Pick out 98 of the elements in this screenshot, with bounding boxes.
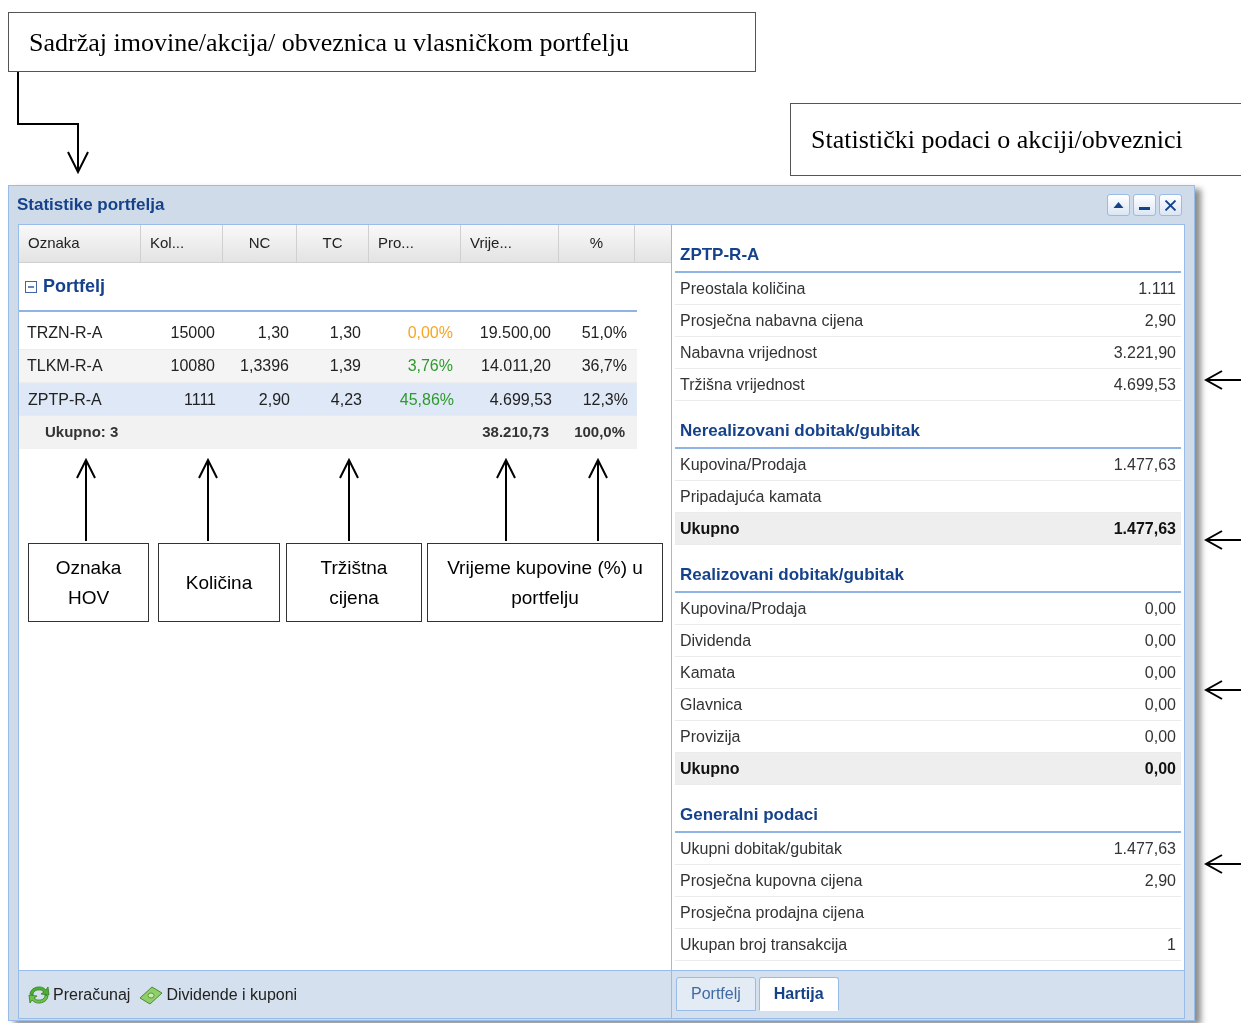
property-value: 1	[1167, 934, 1176, 955]
property-value: 0,00	[1144, 726, 1176, 747]
property-label: Kamata	[680, 662, 736, 683]
section-title: ZPTP-R-A	[680, 243, 760, 266]
section-title: Generalni podaci	[680, 803, 818, 826]
left-arrow-icon	[1204, 530, 1241, 550]
triangle-up-icon	[1112, 199, 1125, 211]
table-cell-text: 4.699,53	[488, 389, 553, 410]
table-cell-text: ZPTP-R-A	[27, 389, 103, 410]
table-cell-text: TLKM-R-A	[26, 356, 104, 376]
property-value: 2,90	[1144, 310, 1176, 331]
column-header[interactable]: Vrije...	[461, 225, 559, 262]
property-label: Nabavna vrijednost	[680, 342, 817, 363]
column-header[interactable]: Oznaka	[19, 225, 141, 262]
column-header[interactable]: TC	[297, 225, 369, 262]
property-label: Dividenda	[680, 630, 752, 651]
callout-box: Vrijeme kupovine (%) u portfelju	[427, 543, 663, 622]
property-value: 0,00	[1144, 598, 1176, 619]
up-arrow-icon	[588, 458, 608, 542]
property-label: Ukupni dobitak/gubitak	[680, 838, 842, 859]
close-button[interactable]	[1159, 194, 1182, 216]
property-label: Ukupno	[680, 518, 740, 539]
property-value: 3.221,90	[1113, 342, 1176, 363]
collapse-icon[interactable]	[25, 280, 37, 293]
property-label: Prosječna nabavna cijena	[680, 310, 864, 331]
total-percent: 100,0%	[574, 422, 625, 443]
callout-box: Tržištna cijena	[286, 543, 422, 622]
property-label: Kupovina/Prodaja	[680, 454, 807, 475]
column-header[interactable]: Pro...	[369, 225, 461, 262]
property-value: 0,00	[1144, 758, 1176, 779]
property-value: 1.477,63	[1113, 838, 1176, 859]
property-value: 0,00	[1144, 630, 1176, 651]
section-title: Realizovani dobitak/gubitak	[680, 563, 904, 586]
property-value: 1.477,63	[1113, 454, 1176, 475]
table-cell-text: 36,7%	[580, 356, 628, 376]
tab[interactable]: Portfelj	[676, 977, 756, 1011]
property-value: 2,90	[1144, 870, 1176, 891]
table-cell-text: 1111	[182, 389, 217, 410]
section-title: Nerealizovani dobitak/gubitak	[680, 419, 920, 442]
table-cell-text: TRZN-R-A	[26, 323, 104, 343]
table-cell-text: 0,00%	[406, 323, 454, 343]
minimize-icon	[1138, 206, 1151, 210]
left-arrow-icon	[1204, 370, 1241, 390]
close-icon	[1164, 199, 1177, 211]
up-arrow-icon	[339, 458, 359, 542]
recalculate-button[interactable]: Preračunaj	[27, 982, 131, 1007]
up-arrow-icon	[76, 458, 96, 542]
group-label: Portfelj	[43, 275, 105, 298]
up-arrow-icon	[198, 458, 218, 542]
property-label: Glavnica	[680, 694, 743, 715]
table-cell-text: 2,90	[257, 389, 291, 410]
property-value: 4.699,53	[1113, 374, 1176, 395]
table-cell-text: 45,86%	[398, 389, 455, 410]
column-header[interactable]: NC	[223, 225, 297, 262]
table-cell-text: 51,0%	[580, 323, 628, 343]
table-cell-text: 1,3396	[239, 356, 290, 376]
table-cell-text: 1,30	[256, 323, 290, 343]
collapse-button[interactable]	[1107, 194, 1130, 216]
up-arrow-icon	[496, 458, 516, 542]
minimize-button[interactable]	[1133, 194, 1156, 216]
refresh-icon	[27, 983, 51, 1006]
total-value: 38.210,73	[482, 422, 549, 443]
property-label: Pripadajuća kamata	[680, 486, 822, 507]
table-cell-text: 14.011,20	[480, 356, 552, 376]
table-cell-text: 1,39	[328, 356, 362, 376]
property-label: Provizija	[680, 726, 741, 747]
table-cell-text: 4,23	[329, 389, 363, 410]
table-cell-text: 12,3%	[581, 389, 629, 410]
property-label: Preostala količina	[680, 278, 806, 299]
dividends-button[interactable]: Dividende i kuponi	[138, 982, 298, 1007]
property-label: Tržišna vrijednost	[680, 374, 805, 395]
property-label: Ukupan broj transakcija	[680, 934, 848, 955]
property-label: Kupovina/Prodaja	[680, 598, 807, 619]
table-cell-text: 3,76%	[406, 356, 454, 376]
table-cell-text: 15000	[169, 323, 216, 343]
table-cell-text: 19.500,00	[478, 323, 552, 343]
callout-box: Količina	[158, 543, 280, 622]
left-arrow-icon	[1204, 680, 1241, 700]
left-arrow-icon	[1204, 854, 1241, 874]
property-value: 0,00	[1144, 694, 1176, 715]
tab[interactable]: Hartija	[758, 977, 839, 1011]
column-header[interactable]: %	[559, 225, 635, 262]
property-label: Ukupno	[680, 758, 740, 779]
callout-box: Sadržaj imovine/akcija/ obveznica u vlasničkom portfelju	[8, 12, 756, 72]
table-row[interactable]: TLKM-R-A 10080 1,3396 1,39 3,76% 14.011,20 36,7%	[19, 350, 637, 383]
table-row[interactable]: ZPTP-R-A 1111 2,90 4,23 45,86% 4.699,53 12,3%	[19, 383, 637, 416]
property-label: Prosječna prodajna cijena	[680, 902, 865, 923]
property-value: 0,00	[1144, 662, 1176, 683]
callout-box: Statistički podaci o akciji/obveznici	[790, 103, 1241, 176]
table-cell-text: 1,30	[328, 323, 362, 343]
column-header[interactable]: Kol...	[141, 225, 223, 262]
table-cell-text: 10080	[169, 356, 216, 376]
property-value: 1.111	[1138, 278, 1176, 299]
callout-box: Oznaka HOV	[28, 543, 149, 622]
property-label: Prosječna kupovna cijena	[680, 870, 863, 891]
window-title: Statistike portfelja	[17, 194, 165, 217]
property-value: 1.477,63	[1113, 518, 1176, 539]
total-label: Ukupno: 3	[45, 422, 119, 443]
